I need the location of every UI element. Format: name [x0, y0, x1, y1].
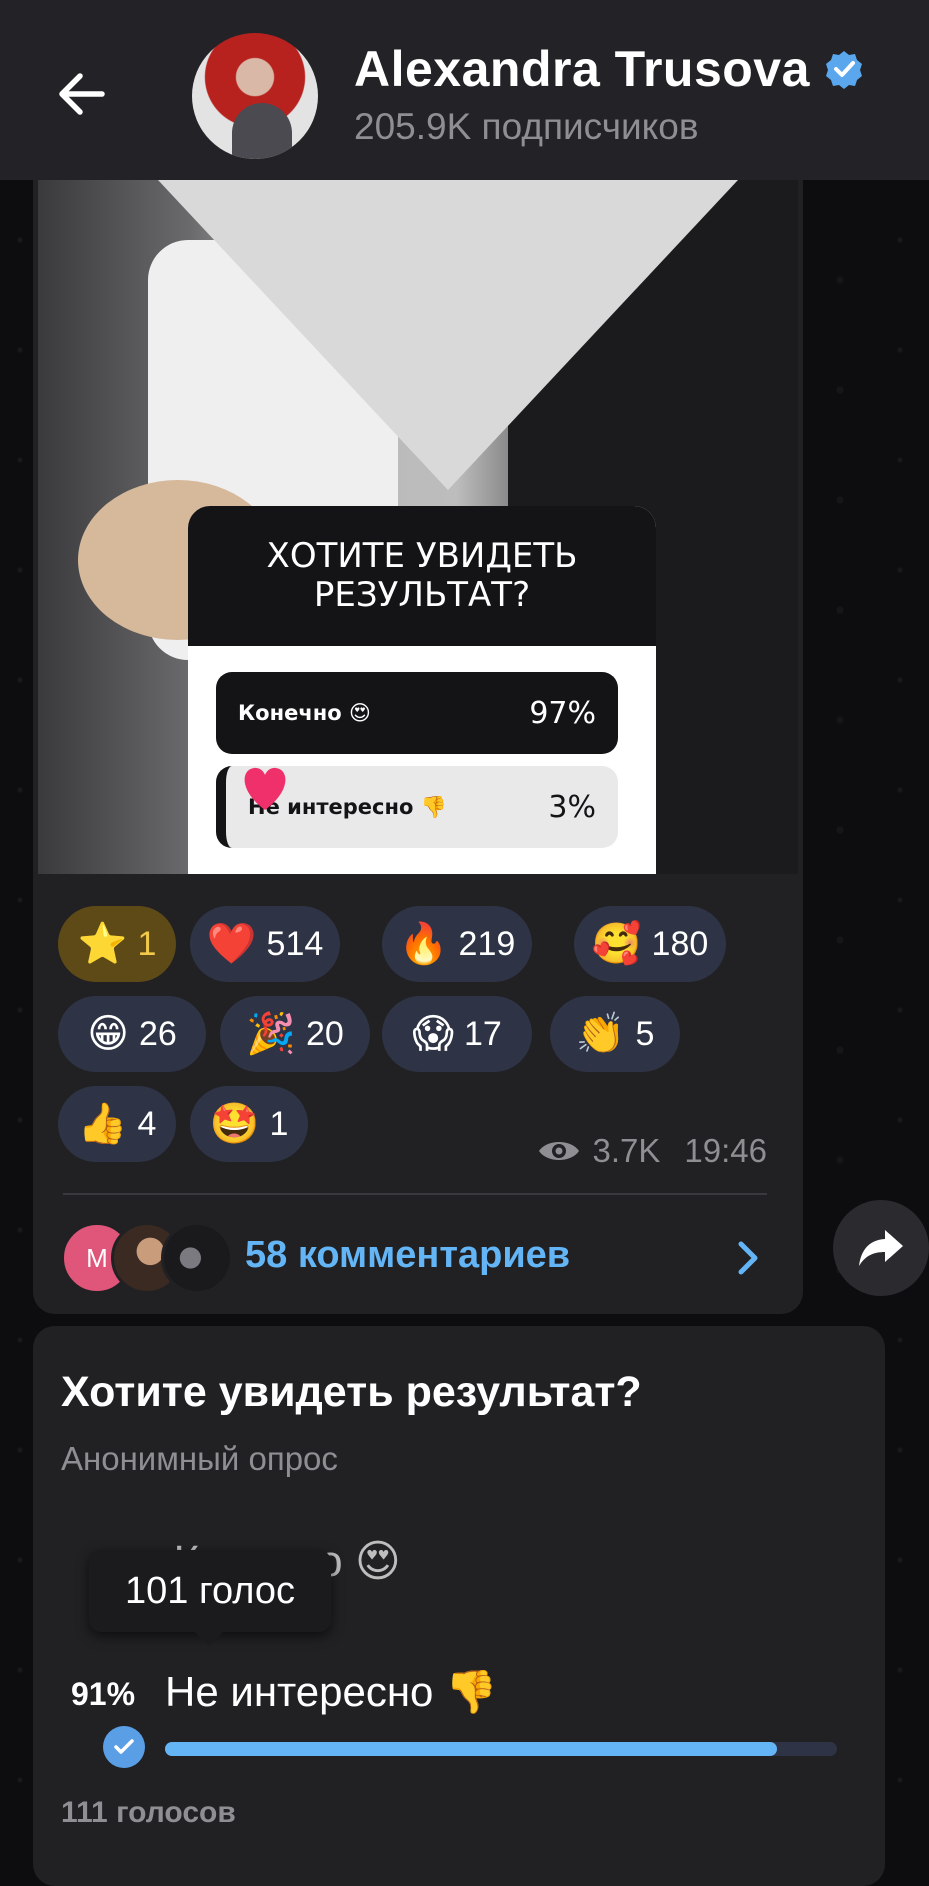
share-arrow-icon	[859, 1230, 903, 1266]
reaction-count: 219	[458, 924, 516, 963]
view-count: 3.7K	[592, 1132, 661, 1169]
reaction-count: 5	[635, 1014, 655, 1053]
poll-result-bar-fill	[165, 1742, 777, 1756]
heart-icon: ❤️	[206, 921, 257, 967]
scream-icon: 😱	[412, 1011, 454, 1057]
arrow-left-icon[interactable]	[50, 62, 114, 126]
verified-badge-icon	[825, 51, 862, 89]
reaction-chip[interactable]: 🎉 20	[220, 996, 370, 1072]
thumbs-up-icon: 👍	[77, 1101, 128, 1147]
grin-icon: 😁	[87, 1011, 129, 1057]
channel-title-block[interactable]: Alexandra Trusova 205.9K подписчиков	[354, 40, 864, 148]
poll-result-bar	[165, 1742, 837, 1756]
post-time: 19:46	[684, 1132, 767, 1169]
reaction-count: 180	[651, 924, 709, 963]
poll-message: Хотите увидеть результат? Анонимный опро…	[33, 1326, 885, 1886]
reaction-count: 514	[266, 924, 324, 963]
channel-name: Alexandra Trusova	[354, 41, 810, 97]
story-option-percent: 3%	[548, 789, 596, 825]
party-popper-icon: 🎉	[246, 1011, 296, 1057]
reaction-count: 1	[137, 924, 157, 963]
subscriber-count: 205.9K подписчиков	[354, 106, 699, 147]
story-question: ХОТИТЕ УВИДЕТЬ РЕЗУЛЬТАТ?	[188, 506, 656, 646]
poll-question: Хотите увидеть результат?	[61, 1368, 642, 1416]
post-photo[interactable]: ХОТИТЕ УВИДЕТЬ РЕЗУЛЬТАТ? Конечно 😍 97% …	[38, 180, 798, 874]
poll-type: Анонимный опрос	[61, 1440, 338, 1477]
checkmark-icon	[103, 1726, 145, 1768]
reaction-count: 4	[137, 1104, 157, 1143]
channel-post: ХОТИТЕ УВИДЕТЬ РЕЗУЛЬТАТ? Конечно 😍 97% …	[33, 180, 803, 1314]
channel-avatar[interactable]	[192, 33, 318, 159]
heart-sticker-icon	[244, 767, 286, 810]
story-option-percent: 97%	[529, 695, 596, 731]
poll-option[interactable]: Не интересно 👎	[165, 1668, 497, 1717]
story-option: Конечно 😍 97%	[216, 672, 618, 754]
commenter-avatar	[161, 1222, 233, 1294]
story-option-label: Конечно 😍	[238, 701, 371, 725]
poll-option-percent: 91%	[71, 1676, 136, 1712]
share-button[interactable]	[833, 1200, 929, 1296]
reaction-count: 1	[269, 1104, 289, 1143]
vote-count-tooltip: 101 голос	[89, 1550, 331, 1646]
poll-option-label: Не интересно 👎	[165, 1668, 498, 1715]
post-meta: 3.7K 19:46	[537, 1132, 767, 1170]
chevron-right-icon	[738, 1241, 758, 1275]
reaction-chip[interactable]: 🤩 1	[190, 1086, 308, 1162]
eye-icon	[538, 1142, 579, 1160]
comments-count-label: 58 комментариев	[245, 1234, 571, 1276]
smiling-hearts-icon: 🥰	[591, 921, 642, 967]
reaction-chip[interactable]: 😁 26	[58, 996, 206, 1072]
channel-header: Alexandra Trusova 205.9K подписчиков	[0, 0, 929, 180]
reaction-chip[interactable]: 🥰 180	[574, 906, 726, 982]
story-poll-card: ХОТИТЕ УВИДЕТЬ РЕЗУЛЬТАТ? Конечно 😍 97% …	[188, 506, 656, 874]
star-icon: ⭐	[77, 921, 128, 967]
reaction-count: 17	[463, 1014, 502, 1053]
divider	[63, 1193, 767, 1195]
fire-icon: 🔥	[398, 921, 449, 967]
reaction-chip[interactable]: 🔥 219	[382, 906, 532, 982]
reaction-chip[interactable]: ⭐ 1	[58, 906, 176, 982]
reaction-chip[interactable]: 👏 5	[550, 996, 680, 1072]
clapping-icon: 👏	[575, 1011, 626, 1057]
star-struck-icon: 🤩	[209, 1101, 260, 1147]
reaction-chip[interactable]: 👍 4	[58, 1086, 176, 1162]
reaction-count: 26	[138, 1014, 177, 1053]
reaction-count: 20	[305, 1014, 344, 1053]
reaction-chip[interactable]: 😱 17	[382, 996, 532, 1072]
comments-button[interactable]: M 58 комментариев	[61, 1218, 781, 1298]
total-votes: 111 голосов	[61, 1796, 236, 1829]
reaction-chip[interactable]: ❤️ 514	[190, 906, 340, 982]
